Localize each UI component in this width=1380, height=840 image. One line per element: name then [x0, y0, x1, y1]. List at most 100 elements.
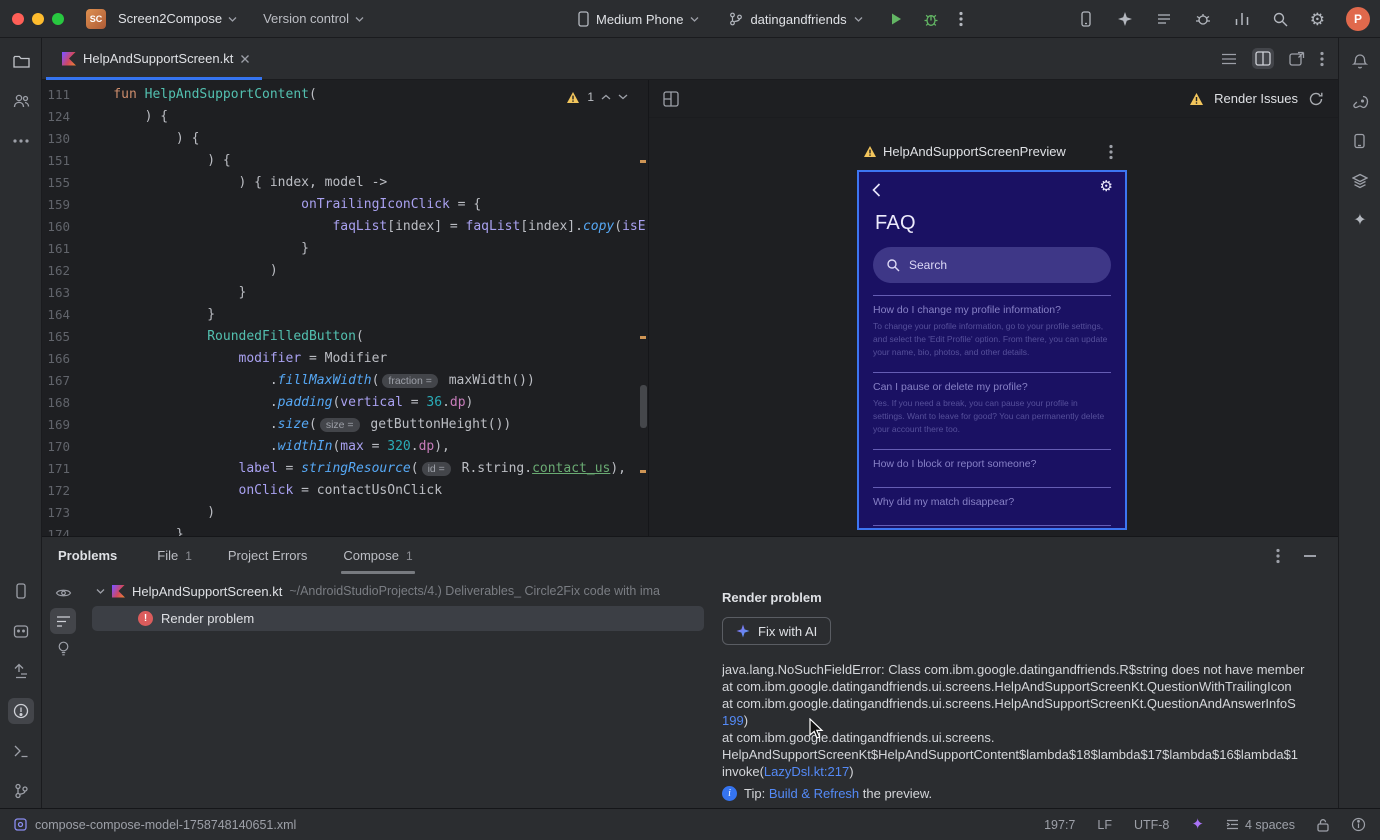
running-devices-tool-icon[interactable] [8, 578, 34, 604]
debug-button[interactable] [923, 11, 939, 27]
code-line[interactable]: faqList[index] = faqList[index].copy(isE [82, 216, 648, 238]
code-line[interactable]: modifier = Modifier [82, 348, 648, 370]
profiler-icon[interactable] [1233, 10, 1251, 28]
quick-fix-bulb-icon[interactable] [50, 636, 76, 662]
editor-list-icon[interactable] [1221, 52, 1237, 66]
gemini-assistant-icon[interactable] [1116, 10, 1134, 28]
running-devices-icon[interactable] [1077, 10, 1095, 28]
code-line[interactable]: RoundedFilledButton( [82, 326, 648, 348]
code-line[interactable]: } [82, 524, 648, 536]
project-menu[interactable]: Screen2Compose [118, 11, 237, 26]
stack-link[interactable]: 199 [722, 713, 744, 728]
minimize-window-button[interactable] [32, 12, 44, 25]
build-tool-icon[interactable] [8, 658, 34, 684]
device-manager-tool-icon[interactable] [1347, 128, 1373, 154]
layers-tool-icon[interactable] [1347, 168, 1373, 194]
code-line[interactable]: } [82, 282, 648, 304]
attach-debugger-icon[interactable] [1194, 10, 1212, 28]
code-line[interactable]: .fillMaxWidth(fraction = maxWidth()) [82, 370, 648, 392]
notifications-bell-icon[interactable] [1347, 48, 1373, 74]
code-line[interactable]: label = stringResource(id = R.string.con… [82, 458, 648, 480]
editor-scrollbar[interactable] [640, 385, 647, 428]
preview-name-row[interactable]: HelpAndSupportScreenPreview [863, 144, 1066, 159]
code-line[interactable]: ) { index, model -> [82, 172, 648, 194]
code-line[interactable]: ) { [82, 106, 648, 128]
terminal-tool-icon[interactable] [8, 738, 34, 764]
sort-problems-icon[interactable] [50, 608, 76, 634]
build-refresh-link[interactable]: Build & Refresh [769, 786, 859, 801]
run-button[interactable] [889, 12, 903, 26]
hide-panel-icon[interactable] [1304, 554, 1316, 557]
code-line[interactable]: .widthIn(max = 320.dp), [82, 436, 648, 458]
vcs-menu[interactable]: Version control [263, 11, 364, 26]
indent-setting[interactable]: 4 spaces [1226, 818, 1295, 832]
phone-preview[interactable]: ⚙ FAQ Search How do I change my profile … [857, 170, 1127, 530]
problems-file-row[interactable]: HelpAndSupportScreen.kt ~/AndroidStudioP… [84, 578, 712, 604]
code-editor[interactable]: 111 124 130 151 155 159 160 161 162 163 164 165 166 1… [42, 80, 648, 536]
detach-editor-icon[interactable] [1289, 51, 1305, 66]
code-line[interactable]: onClick = contactUsOnClick [82, 480, 648, 502]
preview-problems-eye-icon[interactable] [50, 580, 76, 606]
caret-position[interactable]: 197:7 [1044, 818, 1075, 832]
split-editor-icon[interactable] [1252, 48, 1274, 69]
code-line[interactable]: ) { [82, 128, 648, 150]
code-line[interactable]: ) [82, 260, 648, 282]
lock-icon[interactable] [1317, 818, 1329, 832]
search-everywhere-icon[interactable] [1272, 11, 1289, 28]
zoom-window-button[interactable] [52, 12, 64, 25]
render-problem-row[interactable]: Render problem [92, 606, 704, 631]
gradle-tool-icon[interactable] [1347, 88, 1373, 114]
next-problem-icon[interactable] [618, 94, 628, 100]
inspection-widget[interactable]: 1 [560, 88, 634, 106]
version-control-tool-icon[interactable] [8, 778, 34, 804]
refresh-preview-icon[interactable] [1308, 91, 1324, 107]
close-tab-icon[interactable] [240, 54, 250, 64]
chevron-down-icon [690, 16, 699, 22]
chevron-down-icon[interactable] [96, 588, 105, 594]
code-line[interactable]: .padding(vertical = 36.dp) [82, 392, 648, 414]
faq-title: FAQ [875, 212, 916, 234]
run-configuration-label: datingandfriends [750, 11, 847, 27]
preview-options-kebab-icon[interactable] [1109, 144, 1113, 160]
tab-project-errors[interactable]: Project Errors [228, 537, 307, 574]
line-number: 163 [47, 285, 70, 300]
user-avatar[interactable]: P [1346, 7, 1370, 31]
run-configuration-selector[interactable]: datingandfriends [729, 11, 863, 27]
file-encoding[interactable]: UTF-8 [1134, 818, 1169, 832]
status-info-icon[interactable] [1351, 817, 1366, 832]
right-tool-strip: ✦ [1338, 38, 1380, 808]
ai-status-spark-icon[interactable]: ✦ [1191, 817, 1204, 832]
code-line[interactable]: onTrailingIconClick = { [82, 194, 648, 216]
settings-gear-icon[interactable]: ⚙ [1310, 11, 1325, 28]
stack-link[interactable]: LazyDsl.kt:217 [764, 764, 849, 779]
close-window-button[interactable] [12, 12, 24, 25]
code-line[interactable]: ) { [82, 150, 648, 172]
code-line[interactable]: } [82, 238, 648, 260]
more-tool-windows-icon[interactable] [8, 128, 34, 154]
todo-list-icon[interactable] [1155, 10, 1173, 28]
project-menu-label: Screen2Compose [118, 11, 223, 26]
preview-layout-icon[interactable] [663, 90, 679, 107]
render-issues-label[interactable]: Render Issues [1214, 91, 1298, 106]
problems-title: Problems [58, 548, 118, 563]
more-run-actions-button[interactable] [958, 11, 963, 27]
logcat-tool-icon[interactable] [8, 618, 34, 644]
editor-tab[interactable]: HelpAndSupportScreen.kt [46, 38, 263, 80]
editor-options-kebab-icon[interactable] [1320, 51, 1324, 67]
status-file[interactable]: compose-compose-model-1758748140651.xml [14, 818, 296, 832]
line-separator[interactable]: LF [1097, 818, 1112, 832]
code-line[interactable]: ) [82, 502, 648, 524]
code-line[interactable]: } [82, 304, 648, 326]
fix-with-ai-button[interactable]: Fix with AI [722, 617, 832, 645]
line-number: 171 [47, 461, 70, 476]
problems-tool-icon[interactable] [8, 698, 34, 724]
panel-options-kebab-icon[interactable] [1276, 548, 1280, 564]
tab-file[interactable]: File 1 [157, 537, 192, 574]
project-tool-icon[interactable] [8, 48, 34, 74]
commit-tool-icon[interactable] [8, 88, 34, 114]
tab-compose[interactable]: Compose 1 [341, 537, 416, 574]
device-selector[interactable]: Medium Phone [578, 11, 699, 27]
gemini-spark-icon[interactable]: ✦ [1347, 208, 1373, 234]
code-line[interactable]: .size(size = getButtonHeight()) [82, 414, 648, 436]
prev-problem-icon[interactable] [601, 94, 611, 100]
